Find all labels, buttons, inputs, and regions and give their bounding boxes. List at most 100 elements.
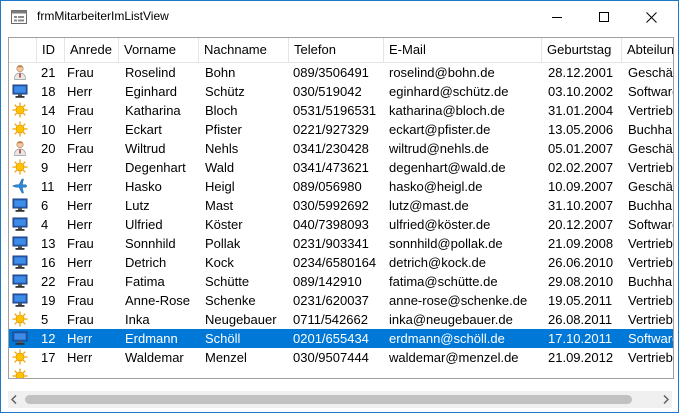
plane-icon — [11, 178, 28, 194]
cell-vorname: Lutz — [125, 198, 150, 213]
scroll-right-icon[interactable] — [663, 395, 669, 404]
cell-nachname: Kock — [205, 255, 234, 270]
cell-geburtstag: 26.08.2011 — [548, 312, 613, 327]
cell-abteilung: Vertrieb — [628, 293, 673, 308]
cell-id: 16 — [41, 255, 56, 270]
cell-vorname: Waldemar — [125, 350, 184, 365]
title-bar[interactable]: frmMitarbeiterImListView — [1, 1, 678, 33]
table-row[interactable]: 21 Frau Roselind Bohn 089/3506491 roselind@bo… — [9, 63, 673, 82]
computer-icon — [12, 216, 28, 232]
cell-geburtstag: 17.10.2011 — [548, 331, 613, 346]
person-icon — [12, 140, 28, 156]
cell-geburtstag: 28.12.2001 — [548, 65, 614, 80]
table-row[interactable]: 16 Herr Detrich Kock 0234/6580164 detrich@koc… — [9, 253, 673, 272]
cell-geburtstag: 31.01.2004 — [548, 103, 614, 118]
table-row[interactable]: 19 Frau Anne-Rose Schenke 0231/620037 anne-ro… — [9, 291, 673, 310]
column-header-nachname[interactable]: Nachname — [199, 38, 289, 62]
cell-abteilung: Vertrieb — [628, 160, 673, 175]
table-row[interactable]: 11 Herr Hasko Heigl 089/056980 hasko@heigl.de… — [9, 177, 673, 196]
scroll-left-icon[interactable] — [11, 395, 17, 404]
cell-anrede: Herr — [67, 198, 93, 213]
cell-abteilung: Geschäftsführung — [628, 179, 673, 194]
computer-icon — [12, 197, 28, 213]
table-row[interactable]: 5 Frau Inka Neugebauer 0711/542662 inka@neuge… — [9, 310, 673, 329]
cell-id: 20 — [41, 141, 56, 156]
computer-icon — [12, 273, 28, 289]
cell-anrede: Frau — [67, 65, 94, 80]
cell-id: 6 — [41, 198, 49, 213]
horizontal-scrollbar[interactable] — [8, 391, 672, 408]
column-header-geburtstag[interactable]: Geburtstag — [542, 38, 622, 62]
table-row[interactable]: 6 Herr Lutz Mast 030/5992692 lutz@mast.de 31.1… — [9, 196, 673, 215]
computer-icon — [12, 235, 28, 251]
cell-id: 11 — [41, 179, 55, 194]
cell-abteilung: Buchhaltung — [628, 274, 673, 289]
cell-id: 12 — [41, 331, 56, 346]
cell-email: degenhart@wald.de — [389, 160, 506, 175]
cell-geburtstag: 05.01.2007 — [548, 141, 614, 156]
cell-abteilung: Vertrieb — [628, 255, 673, 270]
scrollbar-thumb[interactable] — [25, 395, 632, 404]
column-header-id[interactable]: ID — [37, 38, 65, 62]
employee-list-view[interactable]: ID Anrede Vorname Nachname Telefon E-Mai… — [8, 37, 674, 379]
cell-anrede: Frau — [67, 141, 94, 156]
cell-nachname: Menzel — [205, 350, 247, 365]
list-view-window: frmMitarbeiterImListView ID Anrede Vorna… — [0, 0, 679, 413]
table-row[interactable]: 4 Herr Ulfried Köster 040/7398093 ulfried@kös… — [9, 215, 673, 234]
cell-vorname: Detrich — [125, 255, 167, 270]
column-header-telefon[interactable]: Telefon — [289, 38, 384, 62]
table-row[interactable]: 10 Herr Eckart Pfister 0221/927329 eckart@pfi… — [9, 120, 673, 139]
table-row[interactable]: 18 Herr Eginhard Schütz 030/519042 eginhard@s… — [9, 82, 673, 101]
cell-nachname: Nehls — [205, 141, 239, 156]
maximize-button[interactable] — [581, 1, 627, 33]
cell-nachname: Schöll — [205, 331, 241, 346]
table-row[interactable]: 12 Herr Erdmann Schöll 0201/655434 erdmann@sc… — [9, 329, 673, 348]
cell-vorname: Wiltrud — [125, 141, 166, 156]
cell-telefon: 0341/230428 — [293, 141, 369, 156]
cell-vorname: Eckart — [125, 122, 162, 137]
cell-id: 5 — [41, 312, 49, 327]
sun-icon — [12, 349, 28, 365]
cell-email: hasko@heigl.de — [389, 179, 483, 194]
cell-abteilung: Vertrieb — [628, 103, 673, 118]
table-row[interactable]: 17 Herr Waldemar Menzel 030/9507444 waldemar@… — [9, 348, 673, 367]
cell-nachname: Heigl — [205, 179, 235, 194]
sun-icon — [12, 368, 28, 378]
minimize-button[interactable] — [534, 1, 580, 33]
cell-vorname: Inka — [125, 312, 150, 327]
maximize-icon — [599, 12, 609, 22]
cell-email: sonnhild@pollak.de — [389, 236, 503, 251]
cell-id: 17 — [41, 350, 56, 365]
cell-email: detrich@kock.de — [389, 255, 487, 270]
cell-nachname: Neugebauer — [205, 312, 277, 327]
column-header-anrede[interactable]: Anrede — [65, 38, 119, 62]
computer-icon — [12, 254, 28, 270]
cell-id: 21 — [41, 65, 56, 80]
table-row[interactable]: 9 Herr Degenhart Wald 0341/473621 degenhart@w… — [9, 158, 673, 177]
cell-anrede: Herr — [67, 84, 93, 99]
cell-email: inka@neugebauer.de — [389, 312, 513, 327]
table-row[interactable]: 22 Frau Fatima Schütte 089/142910 fatima@schü… — [9, 272, 673, 291]
cell-abteilung: Softwareentwicklung — [628, 331, 673, 346]
cell-id: 14 — [41, 103, 56, 118]
column-header-icon[interactable] — [9, 38, 37, 62]
cell-anrede: Frau — [67, 236, 94, 251]
table-row[interactable]: 20 Frau Wiltrud Nehls 0341/230428 wiltrud@neh… — [9, 139, 673, 158]
table-row[interactable] — [9, 367, 673, 378]
cell-nachname: Pfister — [205, 122, 242, 137]
table-row[interactable]: 13 Frau Sonnhild Pollak 0231/903341 sonnhild@… — [9, 234, 673, 253]
column-header-abteilung[interactable]: Abteilung — [622, 38, 673, 62]
column-header-vorname[interactable]: Vorname — [119, 38, 199, 62]
cell-email: erdmann@schöll.de — [389, 331, 505, 346]
cell-anrede: Herr — [67, 179, 93, 194]
close-button[interactable] — [628, 1, 674, 33]
cell-abteilung: Vertrieb — [628, 236, 673, 251]
cell-abteilung: Vertrieb — [628, 350, 673, 365]
cell-id: 19 — [41, 293, 56, 308]
cell-abteilung: Buchhaltung — [628, 198, 673, 213]
cell-vorname: Fatima — [125, 274, 165, 289]
cell-nachname: Bohn — [205, 65, 236, 80]
cell-anrede: Herr — [67, 350, 93, 365]
table-row[interactable]: 14 Frau Katharina Bloch 0531/5196531 katharin… — [9, 101, 673, 120]
column-header-email[interactable]: E-Mail — [384, 38, 542, 62]
